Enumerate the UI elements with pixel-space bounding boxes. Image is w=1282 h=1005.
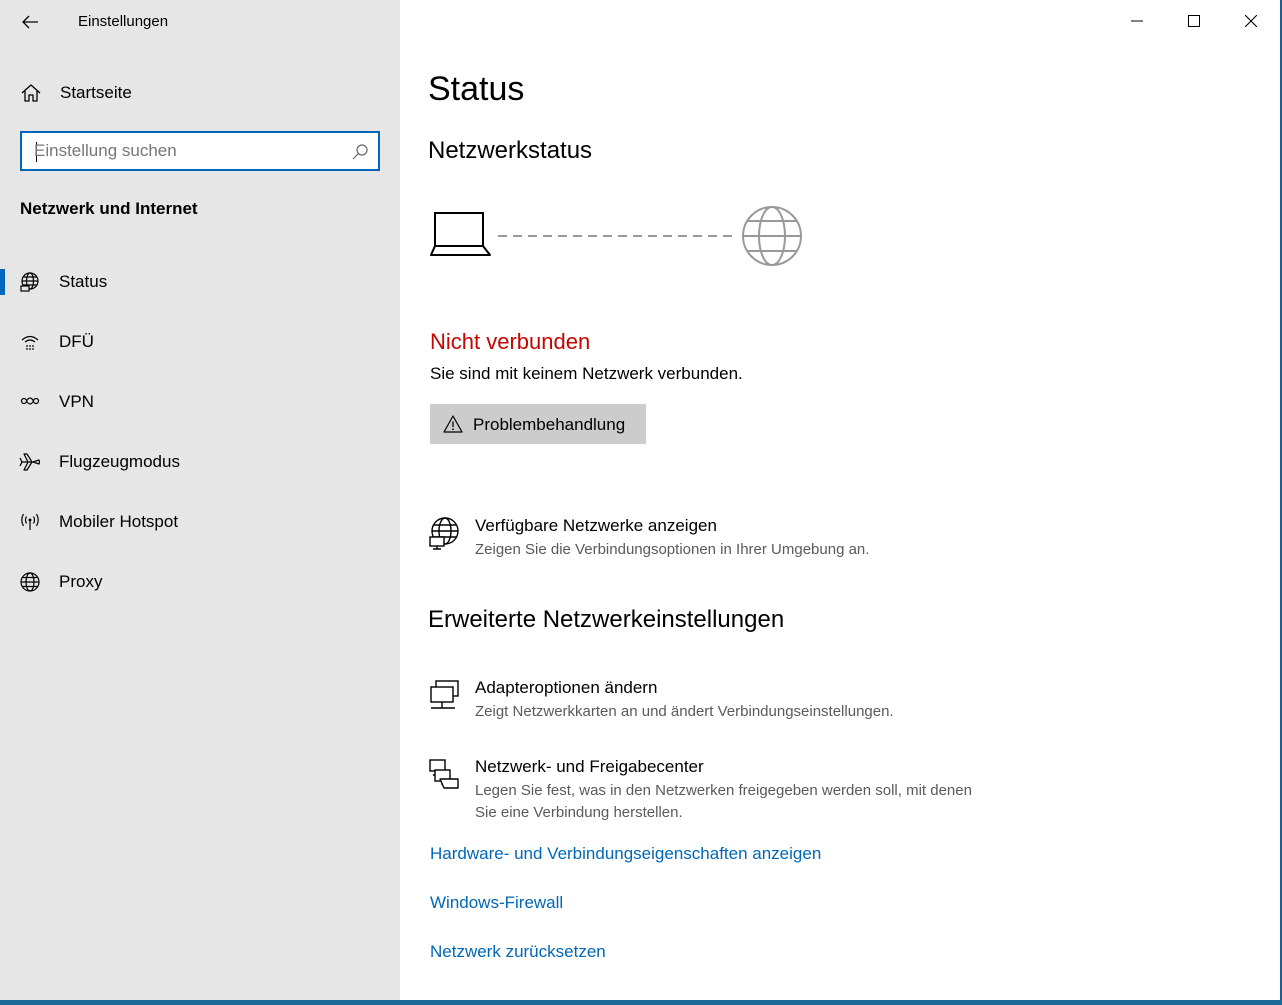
back-arrow-icon: [22, 15, 38, 29]
sidebar-item-label: VPN: [59, 392, 94, 411]
sidebar-item-label: Mobiler Hotspot: [59, 512, 179, 531]
close-icon: [1244, 15, 1257, 27]
sidebar-item-status[interactable]: Status: [0, 252, 400, 312]
globe-network-icon: [20, 272, 39, 292]
app-title: Einstellungen: [78, 13, 169, 30]
hardware-properties-link[interactable]: Hardware- und Verbindungseigenschaften a…: [430, 844, 821, 864]
available-networks-title: Verfügbare Netzwerke anzeigen: [475, 516, 717, 535]
sidebar-item-proxy[interactable]: Proxy: [0, 552, 400, 612]
network-status-heading: Netzwerkstatus: [428, 137, 593, 164]
minimize-icon: [1130, 20, 1143, 22]
sidebar-item-dfue[interactable]: DFÜ: [0, 312, 400, 372]
connection-state-heading: Nicht verbunden: [430, 329, 591, 354]
network-status-diagram: [430, 206, 802, 266]
page-title: Status: [428, 70, 525, 108]
search-icon[interactable]: [350, 142, 370, 162]
adapter-options-link[interactable]: Adapteroptionen ändern Zeigt Netzwerkkar…: [428, 678, 1028, 724]
maximize-button[interactable]: [1165, 0, 1222, 42]
home-button[interactable]: Startseite: [0, 72, 400, 114]
troubleshoot-button[interactable]: Problembehandlung: [430, 404, 646, 444]
sidebar-item-label: Status: [59, 272, 108, 291]
connection-state-description: Sie sind mit keinem Netzwerk verbunden.: [430, 364, 743, 383]
selection-indicator: [0, 269, 5, 295]
sidebar-item-label: Proxy: [59, 572, 103, 591]
vpn-icon: [20, 397, 40, 405]
internet-globe-icon: [742, 206, 802, 266]
sharing-center-description: Legen Sie fest, was in den Netzwerken fr…: [475, 782, 972, 821]
sharing-center-link[interactable]: Netzwerk- und Freigabecenter Legen Sie f…: [428, 757, 1028, 825]
windows-firewall-link[interactable]: Windows-Firewall: [430, 893, 563, 913]
sidebar-item-mobile-hotspot[interactable]: Mobiler Hotspot: [0, 492, 400, 552]
available-networks-link[interactable]: Verfügbare Netzwerke anzeigen Zeigen Sie…: [428, 516, 1028, 562]
minimize-button[interactable]: [1108, 0, 1165, 42]
main-content: Status Netzwerkstatus Nicht verbunden Si…: [400, 0, 1280, 1000]
network-reset-link[interactable]: Netzwerk zurücksetzen: [430, 942, 606, 962]
close-button[interactable]: [1222, 0, 1279, 42]
sidebar-item-label: DFÜ: [59, 332, 94, 351]
airplane-icon: [19, 453, 41, 471]
home-label: Startseite: [60, 83, 132, 102]
hotspot-icon: [21, 513, 39, 530]
adapter-options-description: Zeigt Netzwerkkarten an und ändert Verbi…: [475, 703, 894, 720]
dialup-icon: [21, 335, 39, 350]
laptop-icon: [430, 212, 491, 256]
sidebar-item-airplane-mode[interactable]: Flugzeugmodus: [0, 432, 400, 492]
network-adapter-icon: [430, 680, 459, 709]
advanced-settings-heading: Erweiterte Netzwerkeinstellungen: [428, 606, 785, 633]
sidebar-nav: Status DFÜ VPN Flugzeugmodus Mobiler Hot…: [0, 252, 400, 612]
back-button[interactable]: [14, 6, 46, 38]
sharing-center-icon: [429, 759, 459, 789]
title-bar: Einstellungen: [0, 0, 400, 42]
settings-window: Einstellungen Startseite Netzwerk und In…: [0, 0, 1280, 1000]
desktop-background-strip: [0, 1000, 1282, 1005]
globe-network-icon: [429, 517, 459, 550]
available-networks-description: Zeigen Sie die Verbindungsoptionen in Ih…: [475, 541, 870, 558]
troubleshoot-label: Problembehandlung: [473, 415, 626, 434]
globe-icon: [20, 572, 40, 592]
sidebar: Einstellungen Startseite Netzwerk und In…: [0, 0, 400, 1000]
settings-search-box[interactable]: [20, 131, 380, 171]
sidebar-item-label: Flugzeugmodus: [59, 452, 180, 471]
maximize-icon: [1187, 15, 1200, 27]
warning-icon: [443, 415, 463, 433]
sharing-center-title: Netzwerk- und Freigabecenter: [475, 757, 704, 776]
category-title: Netzwerk und Internet: [20, 199, 198, 218]
home-icon: [21, 84, 41, 102]
sidebar-item-vpn[interactable]: VPN: [0, 372, 400, 432]
adapter-options-title: Adapteroptionen ändern: [475, 678, 658, 697]
search-input[interactable]: [34, 140, 334, 162]
